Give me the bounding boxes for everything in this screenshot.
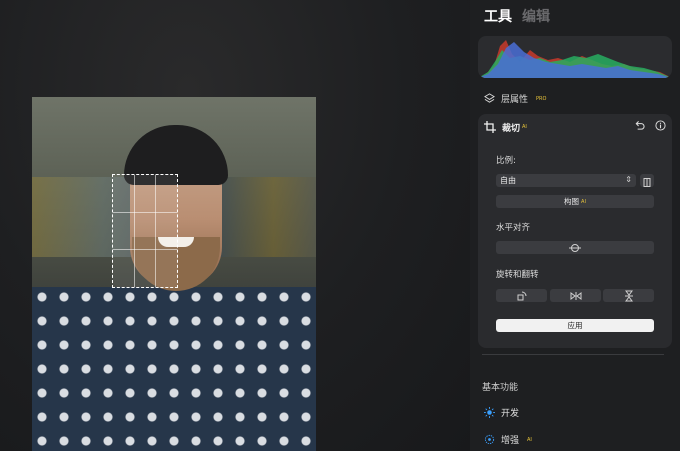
develop-item[interactable]: 开发 <box>484 406 519 419</box>
rotate-label: 旋转和翻转 <box>496 270 539 280</box>
compose-button[interactable]: 构图 AI <box>496 195 654 208</box>
enhance-item[interactable]: 增强 AI <box>484 433 532 446</box>
pro-badge: PRO <box>536 95 547 102</box>
crop-frame[interactable] <box>112 174 178 288</box>
ratio-value: 自由 <box>500 176 516 185</box>
orientation-icon <box>643 178 651 187</box>
basic-section-title: 基本功能 <box>482 383 519 393</box>
swap-orientation-button[interactable] <box>640 174 654 187</box>
crop-grid-line <box>113 211 177 213</box>
crop-grid-line <box>113 248 177 250</box>
layer-properties-label: 层属性 <box>501 95 529 105</box>
image-canvas[interactable] <box>0 0 470 451</box>
enhance-label: 增强 <box>501 436 520 446</box>
compose-label: 构图 <box>564 197 580 206</box>
tools-panel: 工具 编辑 层属性 PRO 裁切 AI 比例: 自由 ⇕ 构图 AI 水平对齐 … <box>470 0 680 451</box>
apply-button[interactable]: 应用 <box>496 319 654 332</box>
flip-vertical-icon <box>624 290 633 301</box>
tab-edit[interactable]: 编辑 <box>522 6 550 26</box>
histogram-graph <box>478 40 672 78</box>
crop-icon <box>484 121 496 133</box>
panel-tabs: 工具 编辑 <box>484 6 550 26</box>
flip-vertical-button[interactable] <box>603 289 654 302</box>
flip-horizontal-icon <box>570 291 581 300</box>
level-icon <box>569 243 581 252</box>
level-label: 水平对齐 <box>496 223 531 233</box>
rotate-button[interactable] <box>496 289 547 302</box>
histogram <box>478 36 672 78</box>
crop-card: 裁切 AI 比例: 自由 ⇕ 构图 AI 水平对齐 旋转和翻转 应用 <box>478 114 672 348</box>
crop-grid-line <box>134 175 136 287</box>
rotate-icon <box>517 291 526 300</box>
crop-card-header: 裁切 AI <box>484 120 666 134</box>
tab-tools[interactable]: 工具 <box>484 6 512 26</box>
ratio-select[interactable]: 自由 ⇕ <box>496 174 636 187</box>
photo-shirt <box>32 287 316 451</box>
layers-icon <box>484 93 495 103</box>
crop-grid-line <box>155 175 157 287</box>
sparkle-icon <box>484 434 495 445</box>
crop-header-actions <box>634 120 666 131</box>
chevron-updown-icon: ⇕ <box>625 175 632 184</box>
crop-title: 裁切 <box>502 123 521 134</box>
auto-level-button[interactable] <box>496 241 654 254</box>
ai-badge: AI <box>527 436 532 443</box>
undo-icon[interactable] <box>634 120 645 131</box>
develop-label: 开发 <box>501 409 520 419</box>
ai-badge: AI <box>581 198 586 205</box>
layer-properties-row[interactable]: 层属性 PRO <box>484 92 546 105</box>
divider <box>482 354 664 355</box>
sun-icon <box>484 407 495 418</box>
ai-badge: AI <box>522 124 527 130</box>
flip-horizontal-button[interactable] <box>550 289 601 302</box>
ratio-label: 比例: <box>496 156 516 166</box>
info-icon[interactable] <box>655 120 666 131</box>
